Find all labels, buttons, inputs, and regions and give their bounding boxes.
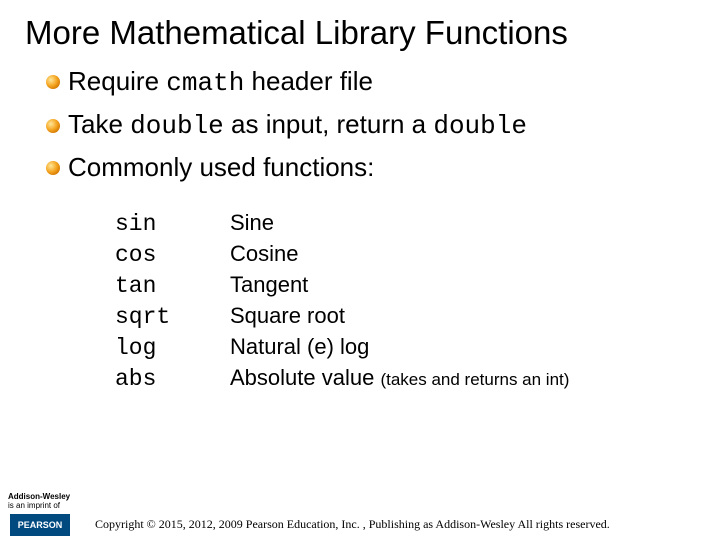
bullet-icon: [44, 117, 62, 135]
bullet-text: Require cmath header file: [68, 64, 373, 101]
function-name: abs: [115, 365, 230, 395]
table-row: sin Sine: [115, 209, 720, 240]
bullet-item: Require cmath header file: [44, 64, 720, 101]
imprint-line2: is an imprint of: [8, 501, 60, 510]
function-desc: Tangent: [230, 271, 308, 300]
function-desc: Sine: [230, 209, 274, 238]
function-desc-text: Absolute value: [230, 365, 380, 390]
bullet-list: Require cmath header file Take double as…: [0, 60, 720, 185]
function-name: log: [115, 334, 230, 364]
text-prefix: Take: [68, 109, 130, 139]
function-name: tan: [115, 272, 230, 302]
bullet-icon: [44, 159, 62, 177]
table-row: log Natural (e) log: [115, 333, 720, 364]
copyright-text: Copyright © 2015, 2012, 2009 Pearson Edu…: [95, 517, 610, 532]
table-row: sqrt Square root: [115, 302, 720, 333]
text-prefix: Require: [68, 66, 166, 96]
text-mid: as input, return a: [224, 109, 434, 139]
bullet-text: Commonly used functions:: [68, 150, 374, 185]
slide-title: More Mathematical Library Functions: [0, 0, 720, 60]
code-text: double: [433, 111, 527, 141]
function-desc: Square root: [230, 302, 345, 331]
table-row: cos Cosine: [115, 240, 720, 271]
functions-table: sin Sine cos Cosine tan Tangent sqrt Squ…: [0, 191, 720, 394]
bullet-icon: [44, 73, 62, 91]
function-desc: Absolute value (takes and returns an int…: [230, 364, 569, 393]
function-desc: Natural (e) log: [230, 333, 369, 362]
imprint-text: Addison-Wesley is an imprint of: [8, 493, 70, 510]
bullet-item: Take double as input, return a double: [44, 107, 720, 144]
function-name: sin: [115, 210, 230, 240]
code-text: cmath: [166, 68, 244, 98]
function-note: (takes and returns an int): [380, 370, 569, 389]
table-row: abs Absolute value (takes and returns an…: [115, 364, 720, 395]
code-text: double: [130, 111, 224, 141]
function-name: sqrt: [115, 303, 230, 333]
footer: Addison-Wesley is an imprint of PEARSON …: [0, 484, 720, 540]
bullet-text: Take double as input, return a double: [68, 107, 527, 144]
function-desc: Cosine: [230, 240, 298, 269]
function-name: cos: [115, 241, 230, 271]
bullet-item: Commonly used functions:: [44, 150, 720, 185]
publisher-logo: PEARSON: [10, 514, 70, 536]
table-row: tan Tangent: [115, 271, 720, 302]
text-suffix: header file: [244, 66, 373, 96]
